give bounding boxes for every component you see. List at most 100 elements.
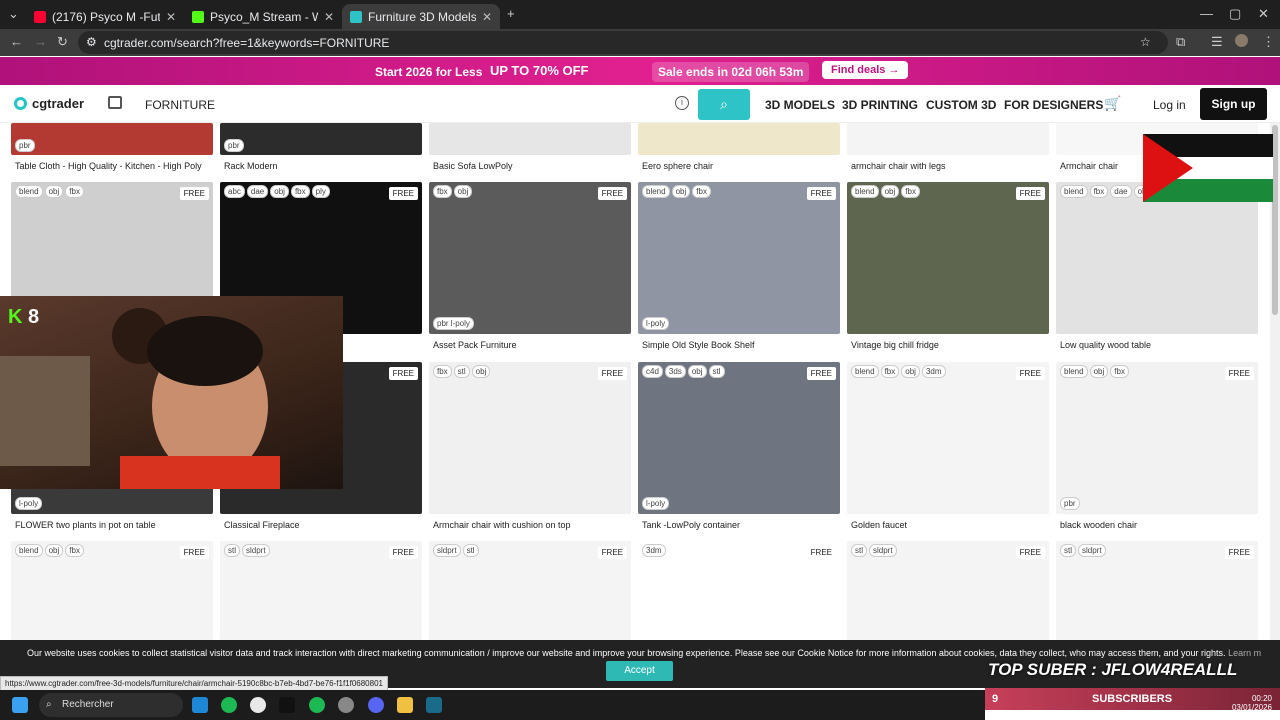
model-title[interactable]: Basic Sofa LowPoly bbox=[433, 161, 513, 171]
spotify-icon[interactable] bbox=[221, 697, 237, 713]
free-badge: FREE bbox=[179, 187, 209, 200]
kick-badge: K 8 bbox=[8, 306, 39, 329]
model-title[interactable]: Eero sphere chair bbox=[642, 161, 713, 171]
model-card[interactable]: stl sldprt FREE bbox=[1056, 541, 1258, 640]
model-card[interactable]: blendfbxdaeobjFREE bbox=[1056, 182, 1258, 334]
nav-3d-models[interactable]: 3D MODELS bbox=[765, 98, 835, 112]
forward-icon[interactable]: → bbox=[34, 34, 47, 49]
windows-start-icon[interactable] bbox=[12, 697, 28, 713]
tab-cgtrader[interactable]: Furniture 3D Models | CGTrader ✕ bbox=[342, 4, 500, 29]
new-tab-icon[interactable]: + bbox=[507, 6, 515, 21]
maximize-icon[interactable]: ▢ bbox=[1229, 6, 1241, 22]
model-card[interactable] bbox=[638, 123, 840, 155]
close-icon[interactable]: ✕ bbox=[482, 10, 492, 24]
model-title[interactable]: Armchair chair bbox=[1060, 161, 1118, 171]
model-card[interactable]: pbr bbox=[220, 123, 422, 155]
tab-list-icon[interactable]: ⌄ bbox=[8, 6, 19, 22]
model-card[interactable]: c4d 3ds obj stl FREE l-poly bbox=[638, 362, 840, 514]
format-tags: blend obj fbx bbox=[1060, 365, 1129, 378]
media-icon[interactable]: ☰ bbox=[1211, 34, 1223, 50]
url-field[interactable]: ⚙ cgtrader.com/search?free=1&keywords=FO… bbox=[78, 31, 1168, 54]
cgtrader-logo[interactable]: cgtrader bbox=[14, 96, 84, 111]
model-card[interactable]: blend obj fbx FREE pbr bbox=[1056, 362, 1258, 514]
model-card[interactable]: 3dm FREE bbox=[638, 541, 840, 640]
spotify-icon[interactable] bbox=[309, 697, 325, 713]
model-title[interactable]: Asset Pack Furniture bbox=[433, 340, 517, 350]
logo-text: cgtrader bbox=[32, 96, 85, 111]
model-title[interactable]: black wooden chair bbox=[1060, 520, 1137, 530]
app-icon[interactable] bbox=[338, 697, 354, 713]
model-title[interactable]: Tank -LowPoly container bbox=[642, 520, 740, 530]
model-card[interactable]: blend obj fbx FREE bbox=[847, 182, 1049, 334]
free-badge: FREE bbox=[597, 367, 627, 380]
model-title[interactable]: Golden faucet bbox=[851, 520, 907, 530]
model-card[interactable]: pbr bbox=[11, 123, 213, 155]
model-title[interactable]: Simple Old Style Book Shelf bbox=[642, 340, 755, 350]
discord-icon[interactable] bbox=[368, 697, 384, 713]
model-card[interactable] bbox=[847, 123, 1049, 155]
model-card[interactable]: stl sldprt FREE bbox=[847, 541, 1049, 640]
close-icon[interactable]: ✕ bbox=[166, 10, 176, 24]
tab-youtube[interactable]: (2176) Psyco M -Fut Champ ep ✕ bbox=[26, 4, 184, 29]
model-card[interactable]: fbx stl obj FREE bbox=[429, 362, 631, 514]
model-card[interactable]: sldprt stl FREE bbox=[429, 541, 631, 640]
model-title[interactable]: Armchair chair with cushion on top bbox=[433, 520, 571, 530]
model-card[interactable] bbox=[429, 123, 631, 155]
image-search-icon[interactable] bbox=[108, 96, 122, 109]
tab-kick[interactable]: Psyco_M Stream - Watch Live o ✕ bbox=[184, 4, 342, 29]
format-tag: 3dm bbox=[642, 544, 666, 557]
format-tag: stl bbox=[708, 365, 725, 378]
model-card[interactable]: blend fbx obj 3dm FREE bbox=[847, 362, 1049, 514]
site-info-icon[interactable]: ⚙ bbox=[86, 35, 97, 49]
model-title[interactable]: FLOWER two plants in pot on table bbox=[15, 520, 156, 530]
back-icon[interactable]: ← bbox=[10, 34, 23, 49]
model-title[interactable]: Classical Fireplace bbox=[224, 520, 300, 530]
login-link[interactable]: Log in bbox=[1153, 98, 1186, 112]
model-title[interactable]: Low quality wood table bbox=[1060, 340, 1151, 350]
format-tags: stl sldprt bbox=[1060, 544, 1106, 557]
menu-icon[interactable]: ⋮ bbox=[1262, 34, 1275, 50]
search-button[interactable]: ⌕ bbox=[698, 89, 750, 120]
model-title[interactable]: Rack Modern bbox=[224, 161, 278, 171]
file-explorer-icon[interactable] bbox=[397, 697, 413, 713]
free-badge: FREE bbox=[806, 546, 836, 559]
nav-custom-3d[interactable]: CUSTOM 3D bbox=[926, 98, 996, 112]
minimize-icon[interactable]: — bbox=[1200, 6, 1213, 21]
format-tag: fbx bbox=[433, 365, 452, 378]
bookmark-star-icon[interactable]: ☆ bbox=[1140, 35, 1151, 49]
model-card[interactable]: stl sldprt FREE bbox=[220, 541, 422, 640]
reload-icon[interactable]: ↻ bbox=[57, 34, 68, 50]
window-close-icon[interactable]: ✕ bbox=[1258, 6, 1269, 22]
info-icon[interactable]: i bbox=[675, 96, 689, 110]
clock-time: 00:20 bbox=[1251, 694, 1272, 703]
search-input[interactable]: FORNITURE bbox=[145, 98, 215, 112]
close-icon[interactable]: ✕ bbox=[324, 10, 334, 24]
app-icon[interactable] bbox=[426, 697, 442, 713]
format-tags: blend obj fbx bbox=[15, 185, 84, 198]
tiktok-icon[interactable] bbox=[279, 697, 295, 713]
format-tag: fbx bbox=[433, 185, 452, 198]
nav-for-designers[interactable]: FOR DESIGNERS bbox=[1004, 98, 1103, 112]
taskbar-search[interactable]: ⌕ Rechercher bbox=[39, 693, 183, 717]
model-title[interactable]: Table Cloth - High Quality - Kitchen - H… bbox=[15, 161, 202, 171]
format-tags: 3dm bbox=[642, 544, 666, 557]
cart-icon[interactable]: 🛒 bbox=[1104, 95, 1121, 112]
nav-3d-printing[interactable]: 3D PRINTING bbox=[842, 98, 918, 112]
model-card[interactable]: blend obj fbx FREE l-poly bbox=[638, 182, 840, 334]
learn-more-link[interactable]: Learn m bbox=[1228, 648, 1261, 658]
cookie-message: Our website uses cookies to collect stat… bbox=[27, 648, 1226, 658]
model-card[interactable]: fbx obj FREE pbr l-poly bbox=[429, 182, 631, 334]
find-deals-button[interactable]: Find deals → bbox=[822, 61, 909, 79]
model-title[interactable]: armchair chair with legs bbox=[851, 161, 946, 171]
chrome-icon[interactable] bbox=[250, 697, 266, 713]
format-tag: blend bbox=[642, 185, 670, 198]
accept-cookies-button[interactable]: Accept bbox=[606, 661, 673, 681]
profile-avatar[interactable] bbox=[1235, 34, 1248, 47]
extensions-icon[interactable]: ⧉ bbox=[1176, 34, 1185, 50]
model-card[interactable]: blend obj fbx FREE bbox=[11, 541, 213, 640]
model-title[interactable]: Vintage big chill fridge bbox=[851, 340, 939, 350]
format-tag: fbx bbox=[692, 185, 711, 198]
format-tag: obj bbox=[901, 365, 920, 378]
signup-button[interactable]: Sign up bbox=[1200, 88, 1267, 120]
edge-icon[interactable] bbox=[192, 697, 208, 713]
